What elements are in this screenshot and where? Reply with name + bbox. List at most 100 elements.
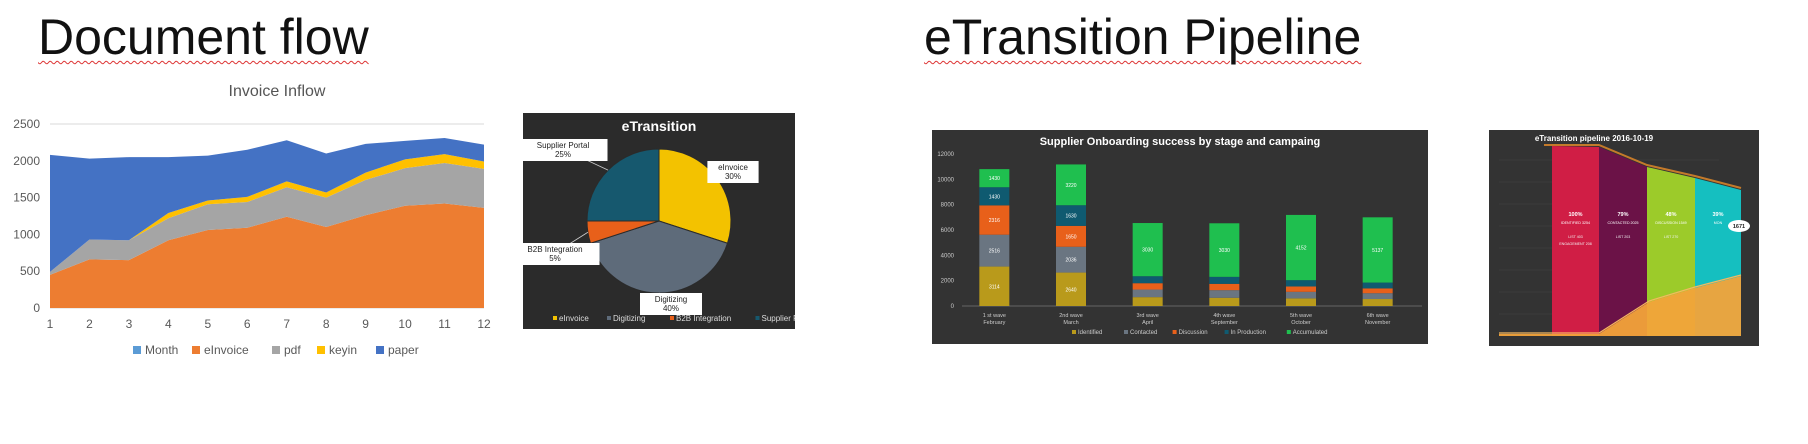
bar-segment-identified (1362, 299, 1393, 306)
segment-percent: 79% (1617, 212, 1628, 218)
legend-swatch (272, 346, 280, 354)
legend-label: eInvoice (559, 314, 589, 323)
bar-segment-identified (1132, 297, 1163, 306)
legend-label: Contacted (1130, 330, 1157, 336)
segment-sublabel: LIST 270 (1664, 235, 1679, 239)
y-tick-label: 4000 (941, 253, 955, 259)
legend-label: pdf (284, 343, 301, 357)
page-title-etransition-pipeline: eTransition Pipeline (924, 9, 1362, 65)
legend-label: Month (145, 343, 178, 357)
segment-percent: 48% (1665, 212, 1676, 218)
segment-label: DISCUSSION 1549 (1655, 221, 1686, 225)
etransition-pipeline-chart: eTransition pipeline 2016-10-19 100% IDENT… (1489, 130, 1759, 346)
pipeline-segment (1552, 146, 1599, 336)
x-tick-label: 6th wave November (1365, 313, 1391, 326)
data-label: 2316 (989, 218, 1000, 224)
bar-segment-contacted (1132, 289, 1163, 298)
data-label: 5137 (1372, 248, 1383, 254)
chart-title: eTransition (622, 118, 697, 134)
data-label: 4152 (1295, 246, 1306, 252)
y-tick-label: 1000 (13, 227, 40, 241)
x-tick-label: 4th wave September (1211, 313, 1238, 326)
bar-segment-contacted (1209, 290, 1240, 298)
legend-swatch (1224, 330, 1229, 334)
x-tick-label: 8 (323, 317, 330, 331)
x-tick-label: 6 (244, 317, 251, 331)
segment-percent: 39% (1712, 212, 1723, 218)
x-tick-label: 4 (165, 317, 172, 331)
data-label: 1430 (989, 176, 1000, 182)
x-tick-label: 10 (398, 317, 412, 331)
y-tick-label: 12000 (937, 152, 954, 158)
x-tick-label: 2 (86, 317, 93, 331)
bar-segment-in-production (1286, 280, 1316, 287)
legend-swatch (192, 346, 200, 354)
legend-label: In Production (1231, 330, 1266, 336)
pipeline-segment (1599, 147, 1647, 336)
y-tick-label: 1500 (13, 191, 40, 205)
legend-swatch (317, 346, 325, 354)
bar-segment-discussion (1286, 286, 1316, 292)
x-tick-label: 5 (204, 317, 211, 331)
bar-segment-discussion (1362, 288, 1393, 294)
legend-swatch (1072, 330, 1076, 334)
legend-swatch (376, 346, 384, 354)
x-tick-label: 9 (362, 317, 369, 331)
data-label: 1650 (1065, 234, 1076, 240)
data-label: 3030 (1219, 248, 1230, 254)
y-tick-label: 0 (33, 301, 40, 315)
data-label: 3220 (1065, 183, 1076, 189)
bar-segment-identified (1286, 298, 1316, 306)
segment-percent: 100% (1568, 212, 1582, 218)
data-label: 3114 (989, 284, 1000, 290)
legend-swatch (670, 316, 674, 320)
bar-segment-contacted (1362, 293, 1393, 300)
legend-swatch (1286, 330, 1291, 334)
segment-label: IDENTIFIED 3254 (1561, 221, 1590, 225)
bar-segment-discussion (1132, 283, 1163, 290)
segment-sublabel: LIST 203 (1616, 235, 1631, 239)
legend-swatch (607, 316, 611, 320)
y-tick-label: 2000 (941, 279, 955, 285)
bar-segment-in-production (1209, 276, 1240, 284)
x-tick-label: 7 (283, 317, 290, 331)
legend-swatch (1172, 330, 1177, 334)
legend-swatch (755, 316, 760, 320)
pipeline-badge-label: 1671 (1733, 224, 1745, 230)
legend-label: Digitizing (613, 314, 645, 323)
y-tick-label: 8000 (941, 203, 955, 209)
legend-label: Supplier Portal (762, 314, 796, 323)
data-label: 1430 (989, 194, 1000, 200)
x-tick-label: 1 st wave February (983, 313, 1006, 326)
legend-label: eInvoice (204, 343, 249, 357)
x-tick-label: 3 (126, 317, 133, 331)
y-tick-label: 2500 (13, 117, 40, 131)
legend-label: Identified (1078, 330, 1102, 336)
chart-title: Supplier Onboarding success by stage and… (1040, 136, 1321, 148)
data-label: 1630 (1065, 214, 1076, 220)
legend-label: Discussion (1179, 330, 1208, 336)
data-label: 2516 (989, 249, 1000, 255)
page-title-document-flow: Document flow (38, 9, 369, 65)
y-tick-label: 6000 (941, 228, 955, 234)
x-tick-label: 12 (477, 317, 491, 331)
x-tick-label: 5th wave October (1290, 313, 1312, 326)
y-tick-label: 500 (20, 264, 40, 278)
bar-segment-in-production (1132, 276, 1163, 284)
legend-label: paper (388, 343, 419, 357)
legend-swatch (553, 316, 557, 320)
bar-segment-discussion (1209, 283, 1240, 291)
y-tick-label: 10000 (937, 177, 954, 183)
x-tick-label: 1 (47, 317, 54, 331)
supplier-onboarding-chart: Supplier Onboarding success by stage and… (932, 130, 1428, 344)
bar-segment-contacted (1286, 291, 1316, 299)
legend-swatch (1124, 330, 1128, 334)
data-label: 2640 (1065, 287, 1076, 293)
etransition-pie-chart: eTransitioneInvoice 30%Digitizing 40%B2B I… (523, 113, 795, 329)
chart-title: Invoice Inflow (229, 83, 326, 100)
chart-title: eTransition pipeline 2016-10-19 (1535, 134, 1654, 143)
invoice-inflow-chart: Invoice Inflow050010001500200025001 2 3 4 5 6… (13, 83, 491, 357)
legend-label: keyin (329, 343, 357, 357)
segment-label: CONTACTED 2025 (1607, 221, 1638, 225)
legend-label: Accumulated (1293, 330, 1328, 336)
